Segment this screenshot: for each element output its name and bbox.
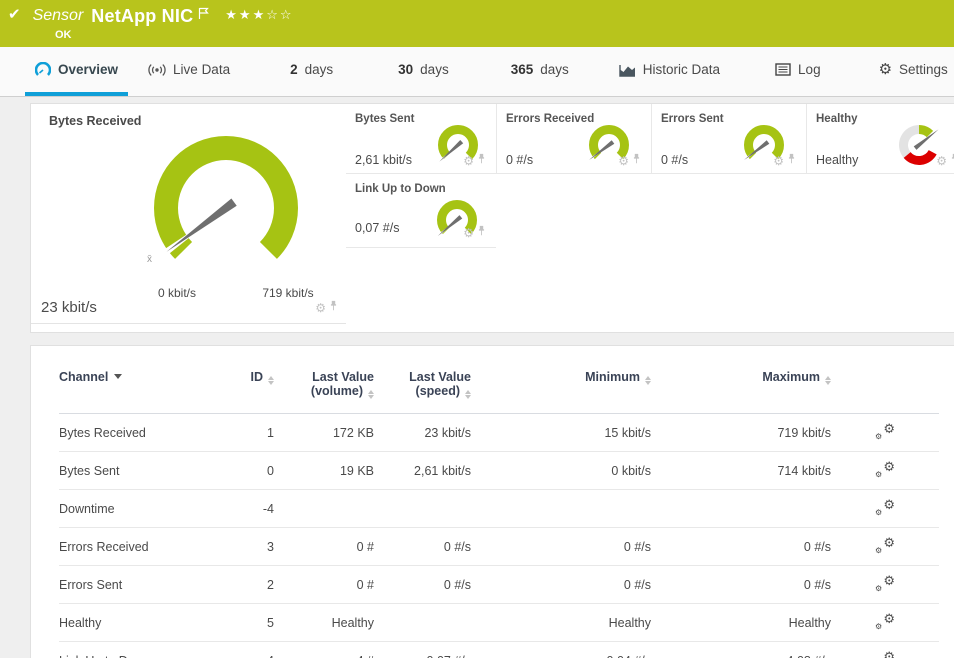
pin-icon[interactable] (329, 299, 338, 317)
tab-30-days[interactable]: 30 days (388, 47, 459, 96)
tab-historic-data[interactable]: Historic Data (609, 47, 730, 96)
pin-icon[interactable] (477, 224, 486, 242)
gear-icon[interactable]: ⚙ (936, 155, 947, 167)
sensor-type-label: Sensor (33, 6, 84, 26)
channel-table-panel: Channel ID Last Value(volume) Last Value… (30, 345, 954, 658)
sort-icon (465, 390, 471, 399)
live-data-icon (148, 63, 166, 77)
gear-icon[interactable]: ⚙ (773, 155, 784, 167)
mini-gauge-grid: Bytes Sent 2,61 kbit/s ⚙ Errors Received… (346, 104, 954, 248)
table-row: Link Up to Down 4 4 # 0,07 #/s 0,04 #/s … (59, 642, 939, 658)
column-header-last-value-speed[interactable]: Last Value(speed) (374, 366, 471, 414)
sort-icon (825, 376, 831, 385)
bytes-received-gauge (141, 123, 311, 293)
sort-caret-icon (114, 374, 122, 379)
column-header-minimum[interactable]: Minimum (471, 366, 651, 414)
sort-icon (368, 390, 374, 399)
status-badge: OK (55, 29, 954, 41)
gauge-tools: ⚙ (773, 152, 796, 170)
gauge-tools: ⚙ (936, 152, 954, 170)
tab-overview[interactable]: Overview (25, 47, 128, 96)
average-marker: x̄ (147, 254, 152, 265)
gauge-tools: ⚙ (463, 152, 486, 170)
gear-icon[interactable]: ⚙ (463, 227, 474, 239)
overview-gauges-panel: Bytes Received x̄ 0 kbit/s 719 kbit/s 23… (30, 103, 954, 333)
tab-365-days[interactable]: 365 days (501, 47, 579, 96)
column-header-maximum[interactable]: Maximum (651, 366, 831, 414)
sensor-header: ✔ Sensor NetApp NIC ★★★☆☆ OK (0, 0, 954, 47)
channel-settings-icon[interactable]: ⚙⚙ (875, 537, 895, 553)
table-row: Bytes Sent 0 19 KB 2,61 kbit/s 0 kbit/s … (59, 452, 939, 490)
gauge-cell-errors-sent[interactable]: Errors Sent 0 #/s ⚙ (651, 104, 806, 174)
pin-icon[interactable] (787, 152, 796, 170)
gear-icon[interactable]: ⚙ (315, 302, 326, 314)
gauge-cell-errors-received[interactable]: Errors Received 0 #/s ⚙ (496, 104, 651, 174)
gauge-scale-max: 719 kbit/s (253, 286, 323, 300)
channel-settings-icon[interactable]: ⚙⚙ (875, 461, 895, 477)
gauge-icon (35, 62, 51, 78)
channel-settings-icon[interactable]: ⚙⚙ (875, 575, 895, 591)
gauge-current-value: 23 kbit/s (41, 299, 97, 316)
priority-stars[interactable]: ★★★☆☆ (225, 7, 293, 23)
gauge-title: Bytes Received (49, 114, 141, 128)
tab-live-data[interactable]: Live Data (138, 47, 240, 96)
sort-icon (645, 376, 651, 385)
channel-settings-icon[interactable]: ⚙⚙ (875, 613, 895, 629)
gauge-cell-bytes-received[interactable]: Bytes Received x̄ 0 kbit/s 719 kbit/s 23… (31, 104, 346, 324)
flag-icon[interactable] (198, 7, 209, 25)
channel-settings-icon[interactable]: ⚙⚙ (875, 651, 895, 658)
channel-settings-icon[interactable]: ⚙⚙ (875, 499, 895, 515)
status-ok-check-icon: ✔ (8, 6, 21, 24)
channel-table: Channel ID Last Value(volume) Last Value… (59, 366, 939, 658)
sort-icon (268, 376, 274, 385)
pin-icon[interactable] (477, 152, 486, 170)
tab-settings[interactable]: ⚙ Settings (869, 47, 954, 96)
gauge-cell-link-up-to-down[interactable]: Link Up to Down 0,07 #/s ⚙ (346, 174, 496, 248)
log-icon (775, 63, 791, 76)
tab-log[interactable]: Log (765, 47, 831, 96)
gauge-tools: ⚙ (315, 299, 338, 317)
table-row: Errors Received 3 0 # 0 #/s 0 #/s 0 #/s … (59, 528, 939, 566)
table-row: Healthy 5 Healthy Healthy Healthy ⚙⚙ (59, 604, 939, 642)
pin-icon[interactable] (632, 152, 641, 170)
tab-2-days[interactable]: 2 days (280, 47, 343, 96)
settings-gear-icon: ⚙ (879, 63, 892, 77)
column-header-last-value-volume[interactable]: Last Value(volume) (274, 366, 374, 414)
gauge-scale-min: 0 kbit/s (147, 286, 207, 300)
column-header-channel[interactable]: Channel (59, 366, 219, 414)
sensor-name: NetApp NIC (91, 6, 193, 26)
column-header-id[interactable]: ID (219, 366, 274, 414)
table-row: Errors Sent 2 0 # 0 #/s 0 #/s 0 #/s ⚙⚙ (59, 566, 939, 604)
table-row: Downtime -4 ⚙⚙ (59, 490, 939, 528)
historic-data-icon (619, 63, 636, 77)
gear-icon[interactable]: ⚙ (463, 155, 474, 167)
gauge-cell-bytes-sent[interactable]: Bytes Sent 2,61 kbit/s ⚙ (346, 104, 496, 174)
gauge-tools: ⚙ (463, 224, 486, 242)
gauge-cell-healthy[interactable]: Healthy Healthy ⚙ (806, 104, 954, 174)
table-row: Bytes Received 1 172 KB 23 kbit/s 15 kbi… (59, 414, 939, 452)
gear-icon[interactable]: ⚙ (618, 155, 629, 167)
channel-settings-icon[interactable]: ⚙⚙ (875, 423, 895, 439)
gauge-tools: ⚙ (618, 152, 641, 170)
pin-icon[interactable] (950, 152, 954, 170)
tab-bar: Overview Live Data 2 days 30 days 365 da… (0, 47, 954, 97)
table-header-row: Channel ID Last Value(volume) Last Value… (59, 366, 939, 414)
